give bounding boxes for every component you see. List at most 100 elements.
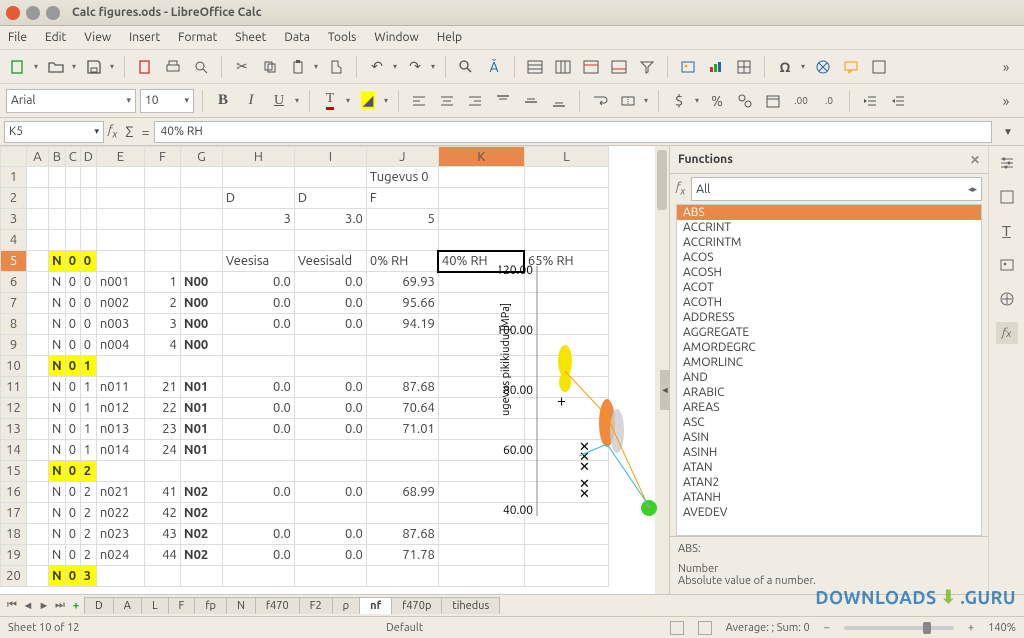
formula-expand-button[interactable]: ▼ xyxy=(996,120,1020,144)
cell-J8[interactable]: 94.19 xyxy=(366,314,438,335)
sheet-tab-f470[interactable]: f470 xyxy=(255,597,300,614)
function-item-AMORDEGRC[interactable]: AMORDEGRC xyxy=(677,340,981,355)
cell-A19[interactable] xyxy=(27,545,49,566)
cell-L16[interactable] xyxy=(524,482,608,503)
cell-C8[interactable]: 0 xyxy=(65,314,80,335)
align-left-button[interactable] xyxy=(407,89,431,113)
cell-H18[interactable]: 0.0 xyxy=(222,524,294,545)
cell-A7[interactable] xyxy=(27,293,49,314)
sidebar-properties-icon[interactable] xyxy=(996,186,1018,208)
cell-J15[interactable] xyxy=(366,461,438,482)
hyperlink-button[interactable] xyxy=(811,55,835,79)
cell-I4[interactable] xyxy=(294,230,366,251)
cell-D14[interactable]: 1 xyxy=(80,440,96,461)
col-button[interactable] xyxy=(551,55,575,79)
cell-I14[interactable] xyxy=(294,440,366,461)
cell-C18[interactable]: 0 xyxy=(65,524,80,545)
cell-F1[interactable] xyxy=(144,167,180,188)
row-header-7[interactable]: 7 xyxy=(1,293,27,314)
function-item-ACCRINTM[interactable]: ACCRINTM xyxy=(677,235,981,250)
find-button[interactable] xyxy=(454,55,478,79)
dec-add-button[interactable]: .00 xyxy=(789,89,813,113)
chart-button[interactable] xyxy=(704,55,728,79)
font-size-combo[interactable]: 10▾ xyxy=(140,89,194,113)
cell-B16[interactable]: N xyxy=(49,482,66,503)
cell-L5[interactable]: 65% RH xyxy=(524,251,608,272)
cell-E2[interactable] xyxy=(96,188,144,209)
window-close-button[interactable] xyxy=(6,6,20,20)
cut-button[interactable]: ✂ xyxy=(230,55,254,79)
cell-C15[interactable]: 0 xyxy=(65,461,80,482)
cell-F2[interactable] xyxy=(144,188,180,209)
function-item-AGGREGATE[interactable]: AGGREGATE xyxy=(677,325,981,340)
cell-H9[interactable] xyxy=(222,335,294,356)
cell-F20[interactable] xyxy=(144,566,180,587)
cell-L19[interactable] xyxy=(524,545,608,566)
row-header-20[interactable]: 20 xyxy=(1,566,27,587)
tab-prev-button[interactable]: ◄ xyxy=(20,600,36,612)
column-header-L[interactable]: L xyxy=(524,147,608,167)
cell-D8[interactable]: 0 xyxy=(80,314,96,335)
function-item-ASIN[interactable]: ASIN xyxy=(677,430,981,445)
cell-C6[interactable]: 0 xyxy=(65,272,80,293)
cell-E15[interactable] xyxy=(96,461,144,482)
sidebar-navigator-icon[interactable] xyxy=(996,288,1018,310)
function-item-ADDRESS[interactable]: ADDRESS xyxy=(677,310,981,325)
percent-button[interactable]: % xyxy=(705,89,729,113)
column-header-H[interactable]: H xyxy=(222,147,294,167)
cell-F16[interactable]: 41 xyxy=(144,482,180,503)
cell-B6[interactable]: N xyxy=(49,272,66,293)
cell-K13[interactable] xyxy=(438,419,524,440)
headers-button[interactable] xyxy=(867,55,891,79)
cell-D7[interactable]: 0 xyxy=(80,293,96,314)
cell-D10[interactable]: 1 xyxy=(80,356,96,377)
row-header-1[interactable]: 1 xyxy=(1,167,27,188)
cell-A15[interactable] xyxy=(27,461,49,482)
cell-J4[interactable] xyxy=(366,230,438,251)
cell-L4[interactable] xyxy=(524,230,608,251)
tab-next-button[interactable]: ► xyxy=(36,600,52,612)
cell-G7[interactable]: N00 xyxy=(180,293,222,314)
cell-E9[interactable]: n004 xyxy=(96,335,144,356)
cell-C12[interactable]: 0 xyxy=(65,398,80,419)
align-vcenter-button[interactable] xyxy=(519,89,543,113)
column-header-F[interactable]: F xyxy=(144,147,180,167)
cell-B15[interactable]: N xyxy=(49,461,66,482)
cell-G11[interactable]: N01 xyxy=(180,377,222,398)
cell-K18[interactable] xyxy=(438,524,524,545)
sheet-tab-fp[interactable]: fp xyxy=(194,597,227,614)
cell-K15[interactable] xyxy=(438,461,524,482)
cell-I19[interactable]: 0.0 xyxy=(294,545,366,566)
cell-B4[interactable] xyxy=(49,230,66,251)
cell-K16[interactable] xyxy=(438,482,524,503)
highlight-button[interactable]: ◢ xyxy=(356,89,380,113)
cell-J9[interactable] xyxy=(366,335,438,356)
cell-L2[interactable] xyxy=(524,188,608,209)
column-header-K[interactable]: K xyxy=(438,147,524,167)
cell-K11[interactable] xyxy=(438,377,524,398)
sum-icon[interactable]: Σ xyxy=(125,123,133,140)
cell-A4[interactable] xyxy=(27,230,49,251)
column-header-G[interactable]: G xyxy=(180,147,222,167)
cell-E12[interactable]: n012 xyxy=(96,398,144,419)
row-header-12[interactable]: 12 xyxy=(1,398,27,419)
window-minimize-button[interactable] xyxy=(26,6,40,20)
cell-C16[interactable]: 0 xyxy=(65,482,80,503)
cell-A17[interactable] xyxy=(27,503,49,524)
spellcheck-button[interactable]: Ǎ xyxy=(482,55,506,79)
sidebar-close-icon[interactable]: ✕ xyxy=(970,153,980,167)
cell-J19[interactable]: 71.78 xyxy=(366,545,438,566)
column-header-J[interactable]: J xyxy=(366,147,438,167)
function-item-AVEDEV[interactable]: AVEDEV xyxy=(677,505,981,520)
cell-F18[interactable]: 43 xyxy=(144,524,180,545)
sidebar-styles-icon[interactable]: T̲ xyxy=(996,220,1018,242)
cell-H10[interactable] xyxy=(222,356,294,377)
cell-B7[interactable]: N xyxy=(49,293,66,314)
cell-K3[interactable] xyxy=(438,209,524,230)
cell-G1[interactable] xyxy=(180,167,222,188)
sidebar-collapse-handle[interactable]: ◄ xyxy=(660,370,670,410)
row-header-9[interactable]: 9 xyxy=(1,335,27,356)
cell-K2[interactable] xyxy=(438,188,524,209)
cell-G13[interactable]: N01 xyxy=(180,419,222,440)
cell-A3[interactable] xyxy=(27,209,49,230)
